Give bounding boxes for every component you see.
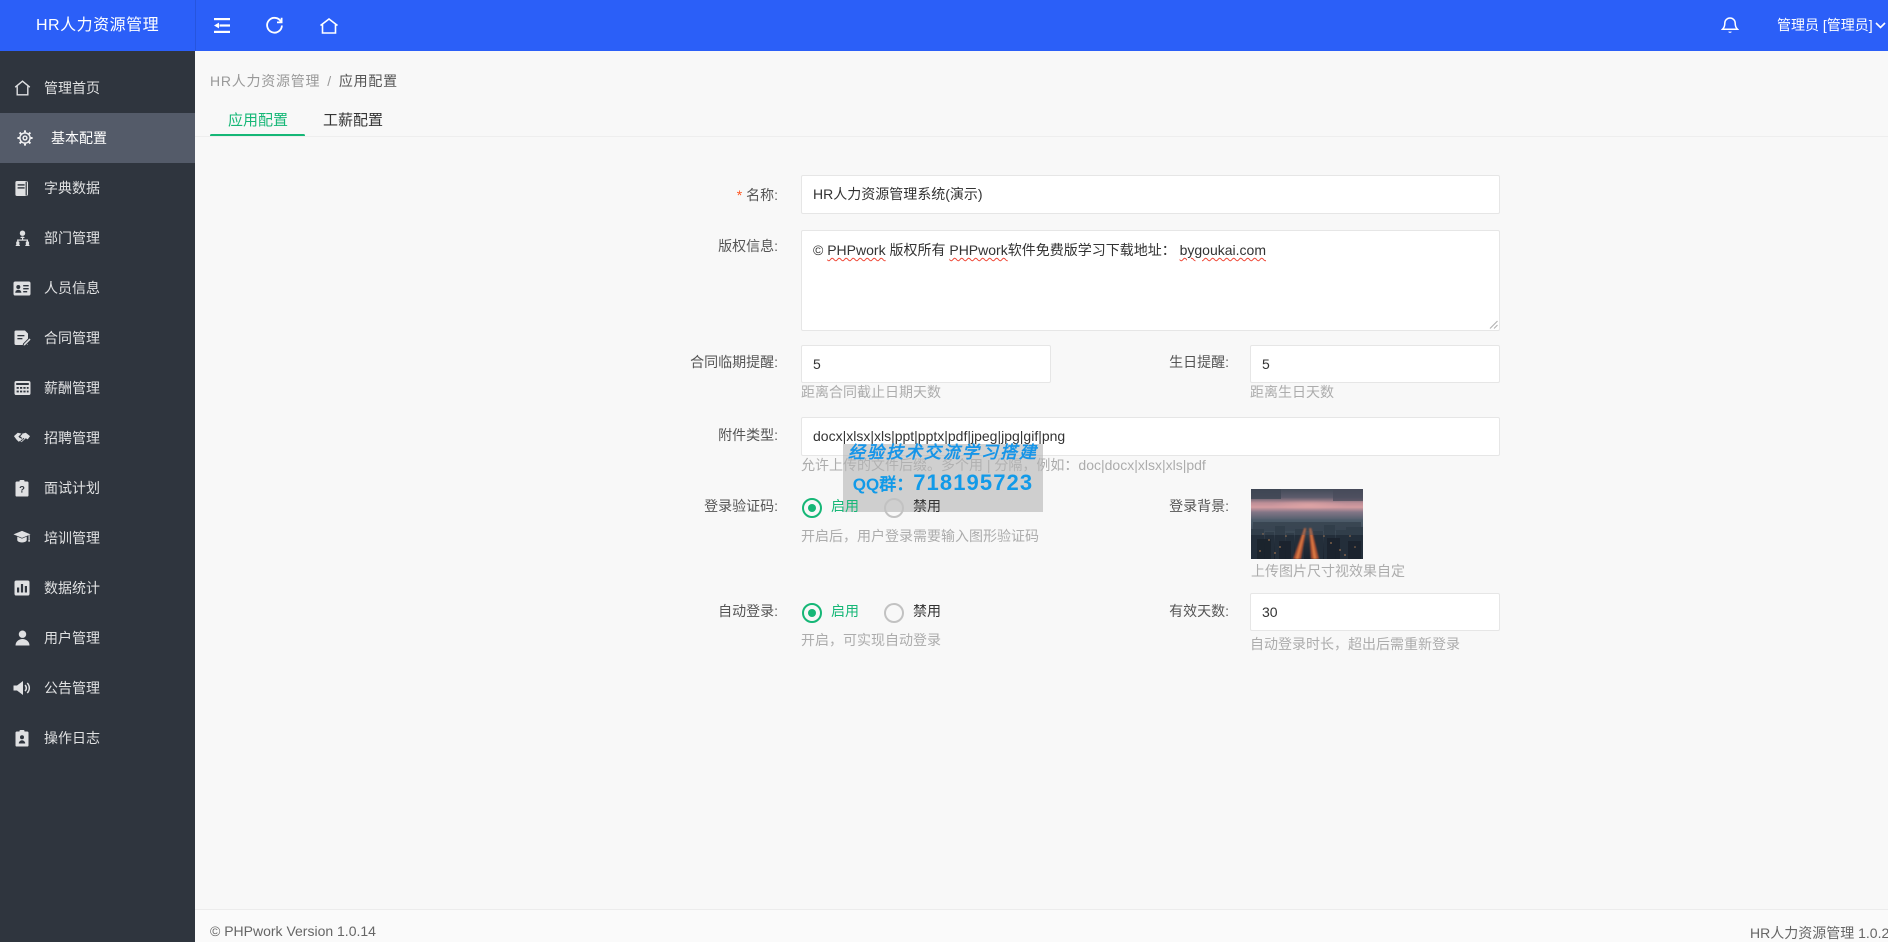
svg-text:?: ?	[19, 484, 25, 495]
